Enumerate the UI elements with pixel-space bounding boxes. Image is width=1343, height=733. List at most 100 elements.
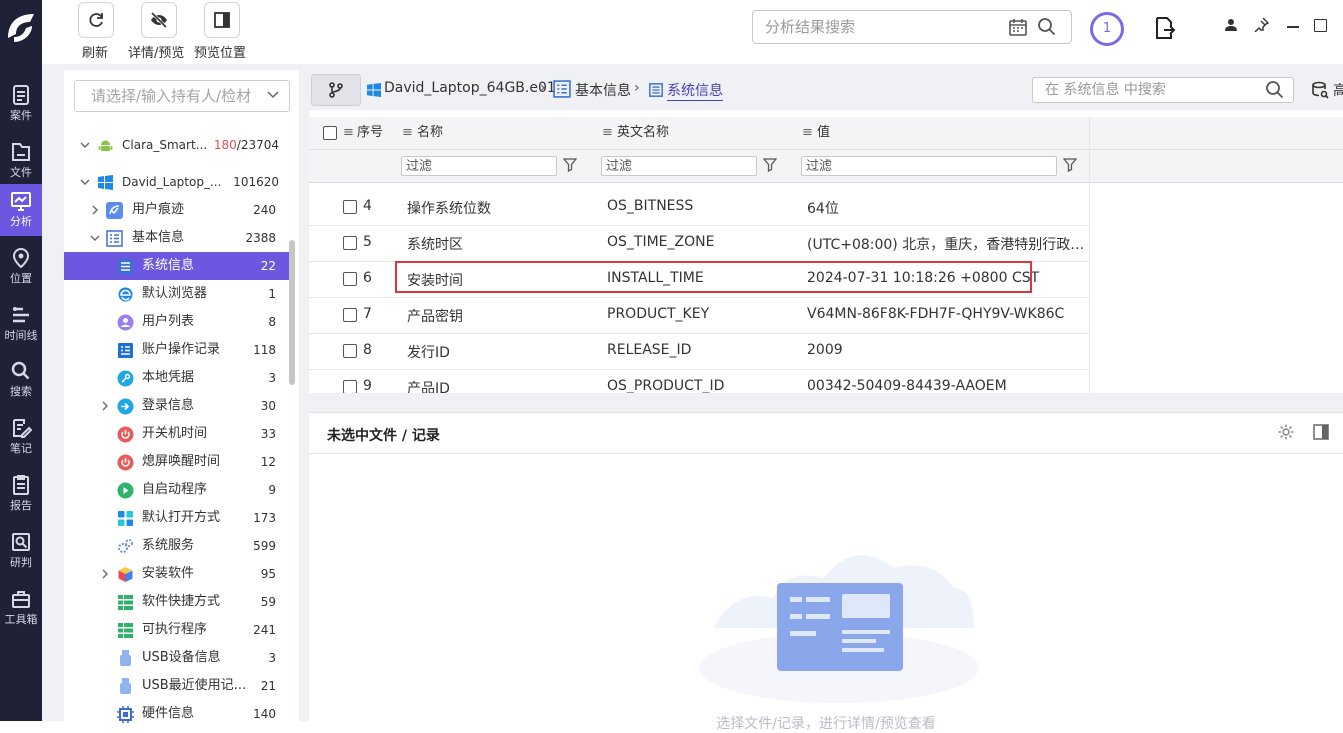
row-checkbox[interactable] — [343, 200, 357, 214]
rail-item-toolbox[interactable]: 工具箱 — [0, 582, 42, 634]
tree-item-default-browser[interactable]: 默认浏览器 1 — [64, 280, 289, 308]
pane-splitter[interactable] — [309, 393, 1343, 412]
rail-item-note[interactable]: 笔记 — [0, 411, 42, 463]
tree-item-user-list[interactable]: 用户列表 8 — [64, 308, 289, 336]
list-icon — [106, 230, 123, 247]
column-menu-icon[interactable]: ≡ — [343, 117, 354, 149]
tree-item-screen-wake[interactable]: 熄屏唤醒时间 12 — [64, 448, 289, 476]
tree-device-david[interactable]: David_Laptop_... 101620 — [64, 168, 289, 196]
rail-item-report[interactable]: 报告 — [0, 468, 42, 520]
tree-item-usb-recent[interactable]: USB最近使用记... 21 — [64, 672, 289, 700]
tree-item-label: 默认浏览器 — [142, 286, 208, 301]
branch-view-button[interactable] — [311, 74, 361, 106]
rail-item-search[interactable]: 搜索 — [0, 354, 42, 406]
breadcrumb-current[interactable]: 系统信息 — [667, 80, 723, 101]
detail-preview-button[interactable] — [141, 2, 177, 38]
breadcrumb-category[interactable]: 基本信息 — [575, 80, 631, 100]
tree-item-default-open[interactable]: 默认打开方式 173 — [64, 504, 289, 532]
rail-item-location[interactable]: 位置 — [0, 241, 42, 293]
search-icon[interactable] — [1265, 80, 1285, 100]
chevron-right-icon[interactable] — [90, 205, 100, 215]
advanced-search-icon[interactable] — [1311, 81, 1329, 99]
filter-name-input[interactable] — [401, 156, 557, 176]
tree-gutter — [42, 70, 64, 721]
rail-item-judge[interactable]: 研判 — [0, 525, 42, 577]
table-row[interactable]: 7 产品密钥 PRODUCT_KEY V64MN-86F8K-FDH7F-QHY… — [309, 297, 1089, 334]
search-icon[interactable] — [1037, 17, 1057, 37]
chevron-down-icon[interactable] — [90, 233, 100, 243]
owner-select-input[interactable] — [89, 86, 263, 106]
tree-item-installed-software[interactable]: 安装软件 95 — [64, 560, 289, 588]
rail-item-analysis[interactable]: 分析 — [0, 184, 42, 236]
tree-item-local-credentials[interactable]: 本地凭据 3 — [64, 364, 289, 392]
maximize-icon[interactable] — [1314, 19, 1327, 32]
tree-item-system-services[interactable]: 系统服务 599 — [64, 532, 289, 560]
export-icon[interactable] — [1154, 16, 1176, 40]
tree-item-basic-info[interactable]: 基本信息 2388 — [64, 224, 289, 252]
header-english[interactable]: 英文名称 — [617, 117, 669, 149]
chevron-right-icon[interactable] — [100, 401, 110, 411]
breadcrumb-device[interactable]: David_Laptop_64GB.e01 — [384, 80, 556, 96]
row-checkbox[interactable] — [343, 380, 357, 393]
table-row[interactable]: 9 产品ID OS_PRODUCT_ID 00342-50409-84439-A… — [309, 369, 1089, 393]
tree-item-system-info[interactable]: 系统信息 22 — [64, 252, 289, 280]
header-value[interactable]: 值 — [817, 117, 830, 149]
minimize-icon[interactable] — [1287, 26, 1299, 28]
filter-icon[interactable] — [563, 158, 577, 172]
rail-item-case[interactable]: 案件 — [0, 78, 42, 130]
chevron-down-icon[interactable] — [80, 177, 90, 187]
row-checkbox[interactable] — [343, 236, 357, 250]
table-row[interactable]: 8 发行ID RELEASE_ID 2009 — [309, 333, 1089, 370]
calendar-icon[interactable] — [1008, 17, 1028, 37]
analysis-search-box[interactable] — [752, 10, 1072, 44]
filter-icon[interactable] — [763, 158, 777, 172]
column-menu-icon[interactable]: ≡ — [402, 117, 413, 149]
chevron-down-icon[interactable] — [80, 140, 90, 150]
advanced-search-label[interactable]: 高 — [1333, 80, 1343, 100]
table-row[interactable]: 4 操作系统位数 OS_BITNESS 64位 — [309, 189, 1089, 226]
refresh-button[interactable] — [78, 2, 114, 38]
tree-item-executables[interactable]: 可执行程序 241 — [64, 616, 289, 644]
tree-item-login-info[interactable]: 登录信息 30 — [64, 392, 289, 420]
tree-item-label: 硬件信息 — [142, 706, 195, 721]
tree-item-user-traces[interactable]: 用户痕迹 240 — [64, 196, 289, 224]
owner-select[interactable] — [74, 80, 290, 112]
filter-value-input[interactable] — [801, 156, 1057, 176]
select-all-checkbox[interactable] — [323, 126, 337, 140]
task-progress-indicator[interactable]: 1 — [1090, 12, 1124, 46]
tree-item-count: 95 — [260, 567, 276, 581]
tree-item-usb-devices[interactable]: USB设备信息 3 — [64, 644, 289, 672]
table-search-input[interactable] — [1043, 81, 1257, 99]
analysis-search-input[interactable] — [763, 17, 1007, 37]
row-checkbox[interactable] — [343, 308, 357, 322]
row-checkbox[interactable] — [343, 272, 357, 286]
column-menu-icon[interactable]: ≡ — [602, 117, 613, 149]
table-row[interactable]: 6 安装时间 INSTALL_TIME 2024-07-31 10:18:26 … — [309, 261, 1089, 298]
pin-icon[interactable] — [1254, 17, 1269, 32]
filter-icon[interactable] — [1063, 158, 1077, 172]
panel-right-icon[interactable] — [1312, 423, 1330, 441]
filter-english-input[interactable] — [601, 156, 757, 176]
column-menu-icon[interactable]: ≡ — [802, 117, 813, 149]
row-checkbox[interactable] — [343, 344, 357, 358]
tree-device-clara[interactable]: Clara_Smart... 180/23704 — [64, 131, 289, 159]
header-index[interactable]: 序号 — [357, 117, 383, 149]
tree-item-label: 软件快捷方式 — [142, 594, 221, 609]
user-icon[interactable] — [1224, 18, 1238, 32]
tree-item-power-on-off[interactable]: 开关机时间 33 — [64, 420, 289, 448]
table-search-box[interactable] — [1032, 77, 1294, 103]
rail-item-file[interactable]: 文件 — [0, 135, 42, 187]
rail-item-timeline[interactable]: 时间线 — [0, 298, 42, 350]
chevron-right-icon[interactable] — [100, 569, 110, 579]
table-row[interactable]: 5 系统时区 OS_TIME_ZONE (UTC+08:00) 北京，重庆，香港… — [309, 225, 1089, 262]
panel-splitter[interactable] — [299, 70, 309, 721]
chevron-down-icon[interactable] — [267, 91, 279, 99]
header-name[interactable]: 名称 — [417, 117, 443, 149]
gear-icon[interactable] — [1277, 423, 1295, 441]
preview-position-button[interactable] — [204, 2, 240, 38]
tree-item-shortcuts[interactable]: 软件快捷方式 59 — [64, 588, 289, 616]
tree-item-autostart[interactable]: 自启动程序 9 — [64, 476, 289, 504]
tree-scrollbar[interactable] — [289, 240, 295, 385]
tree-item-hardware[interactable]: 硬件信息 140 — [64, 700, 289, 728]
tree-item-account-log[interactable]: 账户操作记录 118 — [64, 336, 289, 364]
